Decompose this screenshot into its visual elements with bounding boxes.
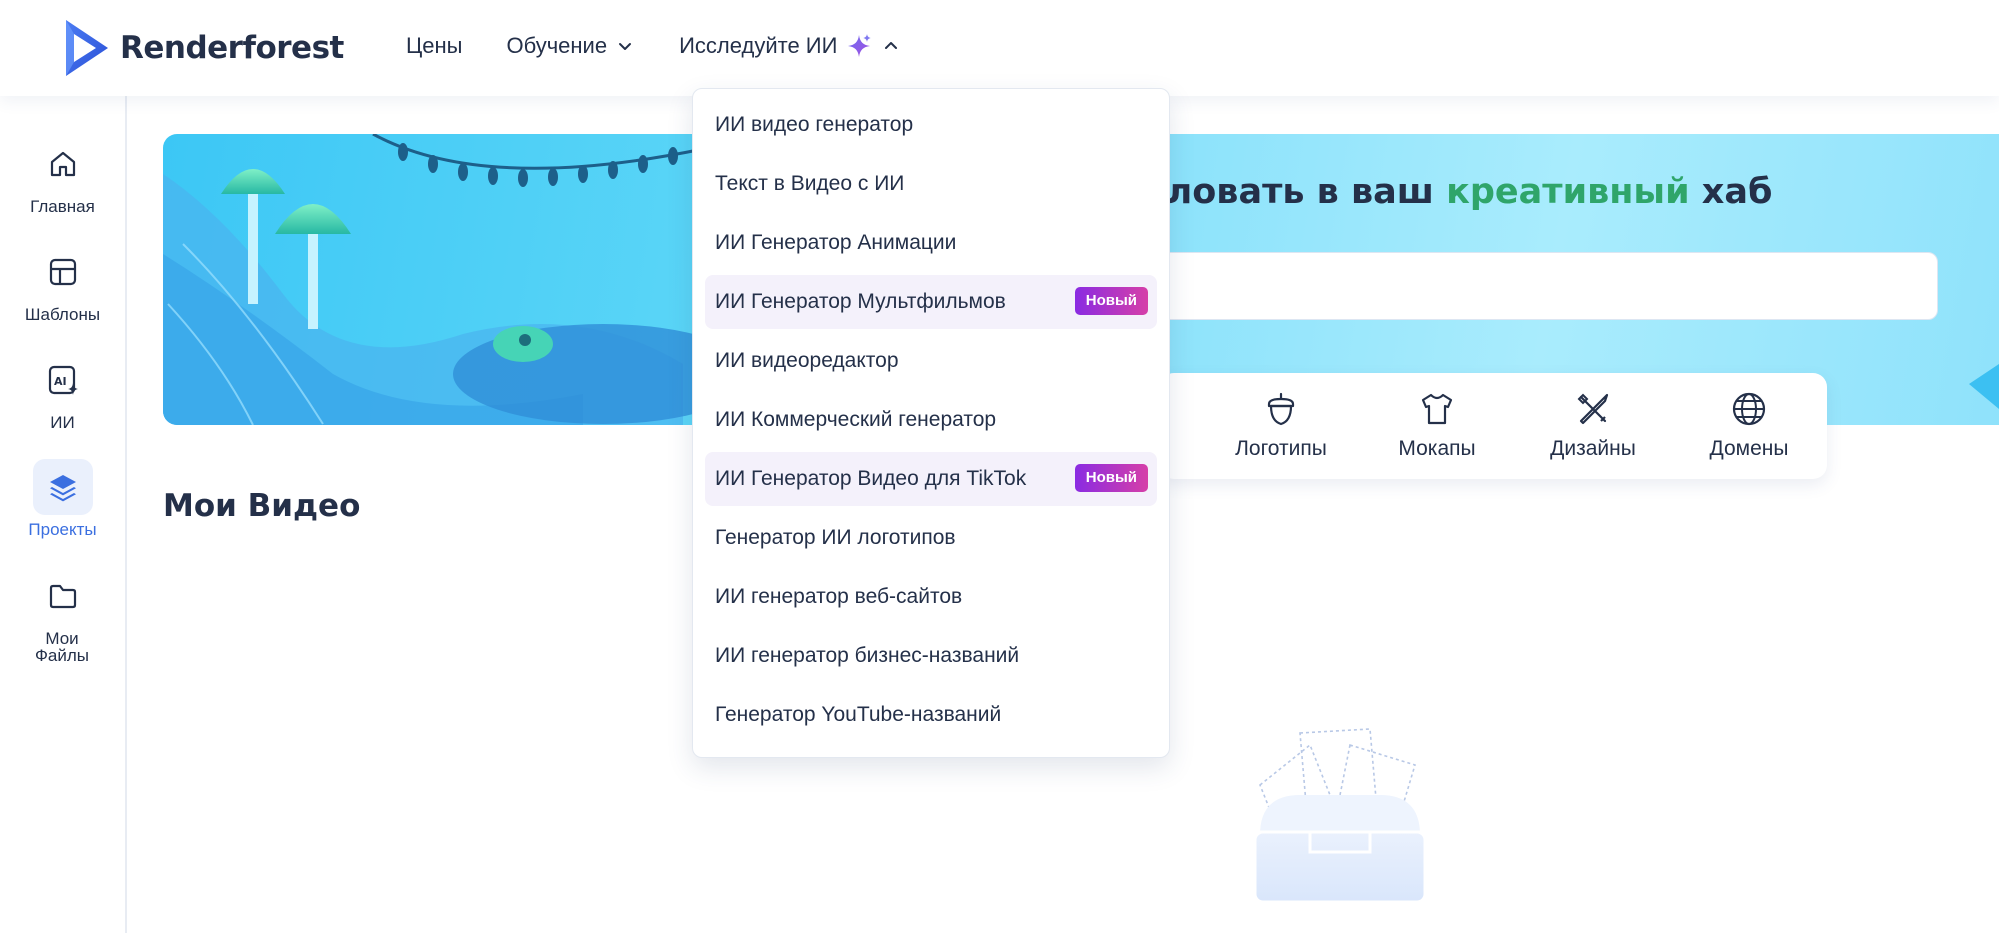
chevron-down-icon bbox=[619, 43, 632, 50]
explore-ai-dropdown: ИИ видео генератор Текст в Видео с ИИ ИИ… bbox=[692, 88, 1170, 758]
banner-title-prefix: аловать в ваш bbox=[1143, 172, 1447, 212]
menu-item-label: ИИ видео генератор bbox=[715, 113, 914, 136]
category-label: Домены bbox=[1709, 437, 1789, 460]
menu-item-tiktok-generator[interactable]: ИИ Генератор Видео для TikTok Новый bbox=[705, 452, 1157, 506]
sidebar-item-label: Мои Файлы bbox=[34, 629, 89, 665]
new-badge: Новый bbox=[1074, 464, 1148, 492]
left-sidebar: Главная Шаблоны AI ИИ Проекты Мои Файлы bbox=[0, 96, 127, 933]
menu-item-label: ИИ генератор бизнес-названий bbox=[715, 644, 1020, 667]
category-row: Логотипы Мокапы Дизайны Домены bbox=[1160, 373, 1827, 479]
menu-item-ai-video-generator[interactable]: ИИ видео генератор bbox=[705, 98, 1157, 152]
main-nav: Цены Обучение Исследуйте ИИ bbox=[406, 32, 901, 60]
menu-item-label: Генератор ИИ логотипов bbox=[715, 526, 956, 549]
sidebar-item-home[interactable]: Главная bbox=[0, 136, 125, 215]
folder-icon bbox=[49, 584, 76, 609]
menu-item-logo-generator[interactable]: Генератор ИИ логотипов bbox=[705, 511, 1157, 565]
menu-item-cartoon-generator[interactable]: ИИ Генератор Мультфильмов Новый bbox=[705, 275, 1157, 329]
menu-item-label: ИИ Коммерческий генератор bbox=[715, 408, 997, 431]
nav-pricing[interactable]: Цены bbox=[406, 33, 462, 59]
menu-item-website-generator[interactable]: ИИ генератор веб-сайтов bbox=[705, 570, 1157, 624]
sparkle-icon bbox=[848, 34, 872, 57]
home-icon bbox=[50, 151, 75, 177]
category-label: Дизайны bbox=[1550, 437, 1636, 460]
menu-item-label: ИИ генератор веб-сайтов bbox=[715, 585, 963, 608]
menu-item-animation-generator[interactable]: ИИ Генератор Анимации bbox=[705, 216, 1157, 270]
menu-item-label: ИИ Генератор Анимации bbox=[715, 231, 957, 254]
brand-name: Renderforest bbox=[120, 30, 344, 66]
renderforest-logo-icon bbox=[66, 20, 108, 76]
banner-decoration bbox=[1969, 364, 1999, 409]
menu-item-label: Текст в Видео с ИИ bbox=[715, 172, 905, 195]
nav-explore-ai-label: Исследуйте ИИ bbox=[679, 33, 838, 58]
sidebar-icon-wrap bbox=[33, 136, 93, 192]
sidebar-icon-wrap bbox=[32, 459, 93, 515]
layers-icon bbox=[49, 475, 76, 502]
menu-item-label: Генератор YouTube-названий bbox=[715, 703, 1002, 726]
sidebar-icon-wrap: AI bbox=[33, 352, 93, 408]
category-logos[interactable]: Логотипы bbox=[1203, 391, 1359, 461]
nav-learning-label: Обучение bbox=[506, 33, 608, 58]
sidebar-item-label: ИИ bbox=[50, 413, 75, 432]
menu-item-commercial-generator[interactable]: ИИ Коммерческий генератор bbox=[705, 393, 1157, 447]
nav-explore-ai[interactable]: Исследуйте ИИ bbox=[679, 32, 901, 60]
sidebar-item-label: Шаблоны bbox=[24, 305, 101, 324]
nav-pricing-label: Цены bbox=[406, 33, 463, 58]
ai-icon: AI bbox=[48, 365, 78, 395]
category-designs[interactable]: Дизайны bbox=[1515, 391, 1671, 461]
templates-icon bbox=[49, 258, 76, 286]
banner-title: аловать в ваш креативный хаб bbox=[1143, 172, 1772, 212]
empty-inbox-illustration bbox=[1253, 728, 1427, 904]
category-label: Мокапы bbox=[1398, 437, 1476, 460]
search-input[interactable] bbox=[1143, 252, 1938, 320]
sidebar-item-templates[interactable]: Шаблоны bbox=[0, 244, 125, 323]
sidebar-item-label: Проекты bbox=[28, 520, 97, 539]
menu-item-label: ИИ видеоредактор bbox=[715, 349, 899, 372]
menu-item-business-name-generator[interactable]: ИИ генератор бизнес-названий bbox=[705, 629, 1157, 683]
my-videos-title: Мои Видео bbox=[163, 488, 361, 524]
sidebar-icon-wrap bbox=[33, 244, 93, 300]
brand-logo[interactable]: Renderforest bbox=[62, 18, 344, 78]
menu-item-video-editor[interactable]: ИИ видеоредактор bbox=[705, 334, 1157, 388]
banner-title-highlight: креативный bbox=[1446, 172, 1690, 212]
menu-item-youtube-name-generator[interactable]: Генератор YouTube-названий bbox=[705, 688, 1157, 742]
chevron-up-icon bbox=[885, 42, 898, 49]
sidebar-item-label: Главная bbox=[30, 197, 95, 216]
sidebar-icon-wrap bbox=[33, 568, 93, 624]
new-badge: Новый bbox=[1074, 287, 1148, 315]
globe-icon bbox=[1732, 392, 1766, 426]
acorn-icon bbox=[1267, 392, 1295, 426]
menu-item-label: ИИ Генератор Мультфильмов bbox=[715, 290, 1006, 313]
nav-learning[interactable]: Обучение bbox=[506, 33, 635, 59]
sidebar-item-projects[interactable]: Проекты bbox=[0, 459, 125, 538]
category-label: Логотипы bbox=[1235, 437, 1327, 460]
sidebar-item-my-files[interactable]: Мои Файлы bbox=[0, 568, 125, 664]
category-mockups[interactable]: Мокапы bbox=[1359, 391, 1515, 461]
menu-item-text-to-video[interactable]: Текст в Видео с ИИ bbox=[705, 157, 1157, 211]
design-tools-icon bbox=[1577, 393, 1609, 425]
menu-item-label: ИИ Генератор Видео для TikTok bbox=[715, 467, 1027, 490]
sidebar-item-ai[interactable]: AI ИИ bbox=[0, 352, 125, 431]
svg-text:AI: AI bbox=[54, 375, 67, 388]
banner-title-suffix: хаб bbox=[1689, 172, 1773, 212]
tshirt-icon bbox=[1421, 393, 1453, 425]
top-header: Renderforest Цены Обучение Исследуйте ИИ bbox=[0, 0, 1999, 96]
category-domains[interactable]: Домены bbox=[1671, 391, 1827, 461]
